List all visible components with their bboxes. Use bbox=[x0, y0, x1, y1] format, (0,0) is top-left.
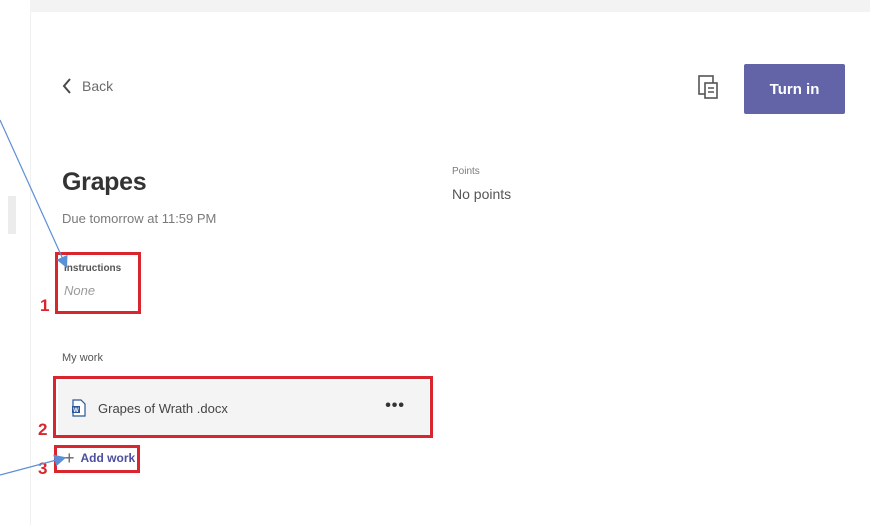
annotation-number-3: 3 bbox=[38, 459, 48, 478]
annotation-box-1 bbox=[55, 252, 141, 314]
chevron-left-icon bbox=[62, 78, 71, 94]
turn-in-button[interactable]: Turn in bbox=[744, 64, 845, 114]
side-tab bbox=[8, 196, 16, 234]
annotation-number-2: 2 bbox=[38, 420, 48, 439]
assignment-title: Grapes bbox=[62, 168, 147, 196]
immersive-reader-icon[interactable] bbox=[697, 74, 719, 102]
back-button[interactable]: Back bbox=[62, 78, 113, 94]
top-strip bbox=[30, 0, 870, 12]
points-label: Points bbox=[452, 166, 480, 177]
due-date: Due tomorrow at 11:59 PM bbox=[62, 211, 217, 226]
annotation-box-2 bbox=[53, 376, 433, 438]
points-value: No points bbox=[452, 186, 512, 202]
page-margin bbox=[0, 0, 30, 525]
my-work-label: My work bbox=[62, 352, 103, 364]
back-label: Back bbox=[82, 78, 114, 94]
annotation-box-3 bbox=[54, 445, 140, 473]
annotation-number-1: 1 bbox=[40, 296, 50, 315]
